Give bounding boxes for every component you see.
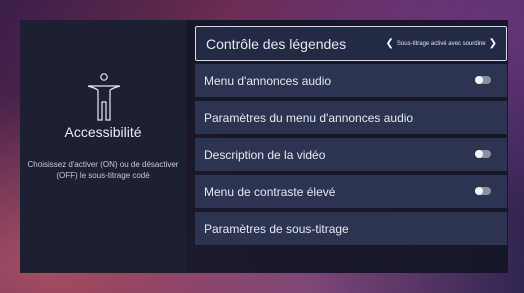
video-description-toggle[interactable] xyxy=(475,150,491,158)
menu-item-video-description[interactable]: Description de la vidéo xyxy=(195,138,507,171)
chevron-right-icon[interactable]: ❯ xyxy=(489,38,497,49)
high-contrast-toggle[interactable] xyxy=(475,187,491,195)
toggle-knob xyxy=(475,187,483,195)
menu-item-label: Contrôle des légendes xyxy=(206,35,347,52)
menu-item-label: Menu de contraste élevé xyxy=(204,184,336,199)
section-description: Choisissez d'activer (ON) ou de désactiv… xyxy=(27,160,179,180)
accessibility-person-icon xyxy=(87,73,121,121)
toggle-knob xyxy=(475,76,483,84)
menu-item-label: Paramètres du menu d'annonces audio xyxy=(204,110,414,125)
toggle-knob xyxy=(475,150,483,158)
menu-item-label: Description de la vidéo xyxy=(204,147,326,162)
menu-item-subtitle-settings[interactable]: Paramètres de sous-titrage xyxy=(195,212,507,245)
accessibility-menu: Contrôle des légendes ❮ Sous-titrage act… xyxy=(195,26,507,249)
caption-mode-value: Sous-titrage activé avec sourdine xyxy=(396,40,486,47)
menu-item-label: Menu d'annonces audio xyxy=(204,73,332,88)
section-title: Accessibilité xyxy=(64,124,142,140)
accessibility-info-pane: Accessibilité Choisissez d'activer (ON) … xyxy=(20,20,186,273)
menu-item-audio-announcements-settings[interactable]: Paramètres du menu d'annonces audio xyxy=(195,101,507,134)
menu-item-label: Paramètres de sous-titrage xyxy=(204,221,349,236)
settings-panel: Accessibilité Choisissez d'activer (ON) … xyxy=(20,20,508,273)
menu-item-audio-announcements[interactable]: Menu d'annonces audio xyxy=(195,64,507,97)
audio-announcements-toggle[interactable] xyxy=(475,76,491,84)
menu-item-high-contrast[interactable]: Menu de contraste élevé xyxy=(195,175,507,208)
caption-mode-selector[interactable]: ❮ Sous-titrage activé avec sourdine ❯ xyxy=(383,27,501,60)
chevron-left-icon[interactable]: ❮ xyxy=(386,38,394,49)
menu-item-caption-control[interactable]: Contrôle des légendes ❮ Sous-titrage act… xyxy=(195,26,507,61)
